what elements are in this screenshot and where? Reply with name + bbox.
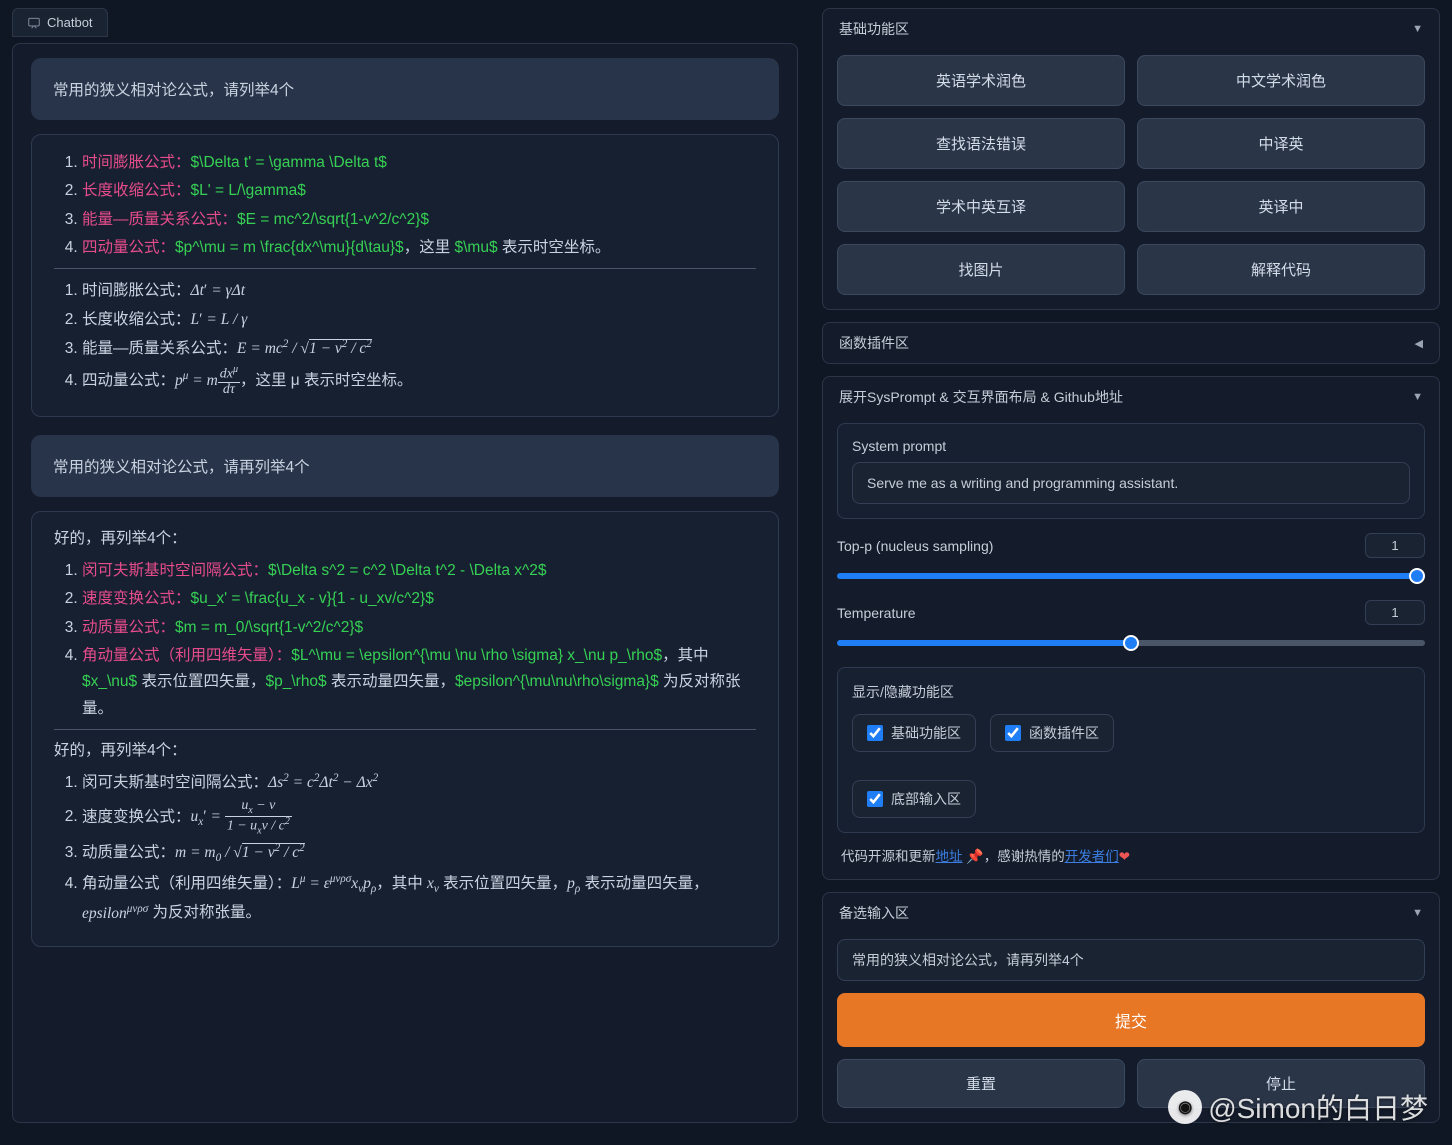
bot-message: 好的，再列举4个： 闵可夫斯基时空间隔公式：$\Delta s^2 = c^2 … (31, 511, 779, 946)
repo-link[interactable]: 地址 (936, 849, 963, 864)
temp-label: Temperature (837, 605, 916, 621)
checkbox-input[interactable] (867, 725, 883, 741)
basic-action-button[interactable]: 查找语法错误 (837, 118, 1125, 169)
basic-action-button[interactable]: 学术中英互译 (837, 181, 1125, 232)
topp-slider[interactable] (837, 573, 1425, 579)
sysprompt-input[interactable] (852, 462, 1410, 504)
devs-link[interactable]: 开发者们 (1065, 849, 1119, 864)
topp-number-input[interactable] (1365, 533, 1425, 558)
topp-label: Top-p (nucleus sampling) (837, 538, 993, 554)
heart-icon: ❤ (1119, 849, 1130, 864)
plugin-panel: 函数插件区 ◀ (822, 322, 1440, 364)
chatbot-tab[interactable]: Chatbot (12, 8, 108, 37)
basic-panel: 基础功能区 ▼ 英语学术润色中文学术润色查找语法错误中译英学术中英互译英译中找图… (822, 8, 1440, 310)
credit-line: 代码开源和更新地址 📌，感谢热情的开发者们❤ (837, 843, 1425, 865)
submit-button[interactable]: 提交 (837, 993, 1425, 1047)
stop-button[interactable]: 停止 (1137, 1059, 1425, 1108)
chatbot-tab-label: Chatbot (47, 15, 93, 30)
basic-action-button[interactable]: 中译英 (1137, 118, 1425, 169)
reset-button[interactable]: 重置 (837, 1059, 1125, 1108)
chevron-left-icon: ◀ (1415, 337, 1423, 350)
input-panel: 备选输入区 ▼ 提交 重置 停止 (822, 892, 1440, 1123)
chat-icon (27, 16, 41, 30)
advanced-panel: 展开SysPrompt & 交互界面布局 & Github地址 ▼ System… (822, 376, 1440, 880)
basic-action-button[interactable]: 解释代码 (1137, 244, 1425, 295)
visibility-checkbox[interactable]: 基础功能区 (852, 714, 976, 752)
chat-area: 常用的狭义相对论公式，请列举4个 时间膨胀公式：$\Delta t' = \ga… (12, 43, 798, 1123)
visibility-checkbox[interactable]: 底部输入区 (852, 780, 976, 818)
chevron-down-icon: ▼ (1412, 23, 1423, 35)
sysprompt-label: System prompt (852, 438, 1410, 454)
bot-message: 时间膨胀公式：$\Delta t' = \gamma \Delta t$ 长度收… (31, 134, 779, 417)
visibility-checkbox[interactable]: 函数插件区 (990, 714, 1114, 752)
basic-panel-header[interactable]: 基础功能区 ▼ (823, 9, 1439, 49)
basic-action-button[interactable]: 中文学术润色 (1137, 55, 1425, 106)
temp-slider[interactable] (837, 640, 1425, 646)
visibility-title: 显示/隐藏功能区 (852, 682, 1410, 702)
basic-action-button[interactable]: 找图片 (837, 244, 1125, 295)
temp-number-input[interactable] (1365, 600, 1425, 625)
user-message: 常用的狭义相对论公式，请列举4个 (31, 58, 779, 120)
checkbox-input[interactable] (1005, 725, 1021, 741)
checkbox-input[interactable] (867, 791, 883, 807)
basic-action-button[interactable]: 英语学术润色 (837, 55, 1125, 106)
advanced-panel-header[interactable]: 展开SysPrompt & 交互界面布局 & Github地址 ▼ (823, 377, 1439, 417)
plugin-panel-header[interactable]: 函数插件区 ◀ (823, 323, 1439, 363)
input-panel-header[interactable]: 备选输入区 ▼ (823, 893, 1439, 933)
pin-icon: 📌 (966, 848, 983, 864)
chevron-down-icon: ▼ (1412, 391, 1423, 403)
user-message: 常用的狭义相对论公式，请再列举4个 (31, 435, 779, 497)
chevron-down-icon: ▼ (1412, 907, 1423, 919)
basic-action-button[interactable]: 英译中 (1137, 181, 1425, 232)
alt-input-field[interactable] (837, 939, 1425, 981)
